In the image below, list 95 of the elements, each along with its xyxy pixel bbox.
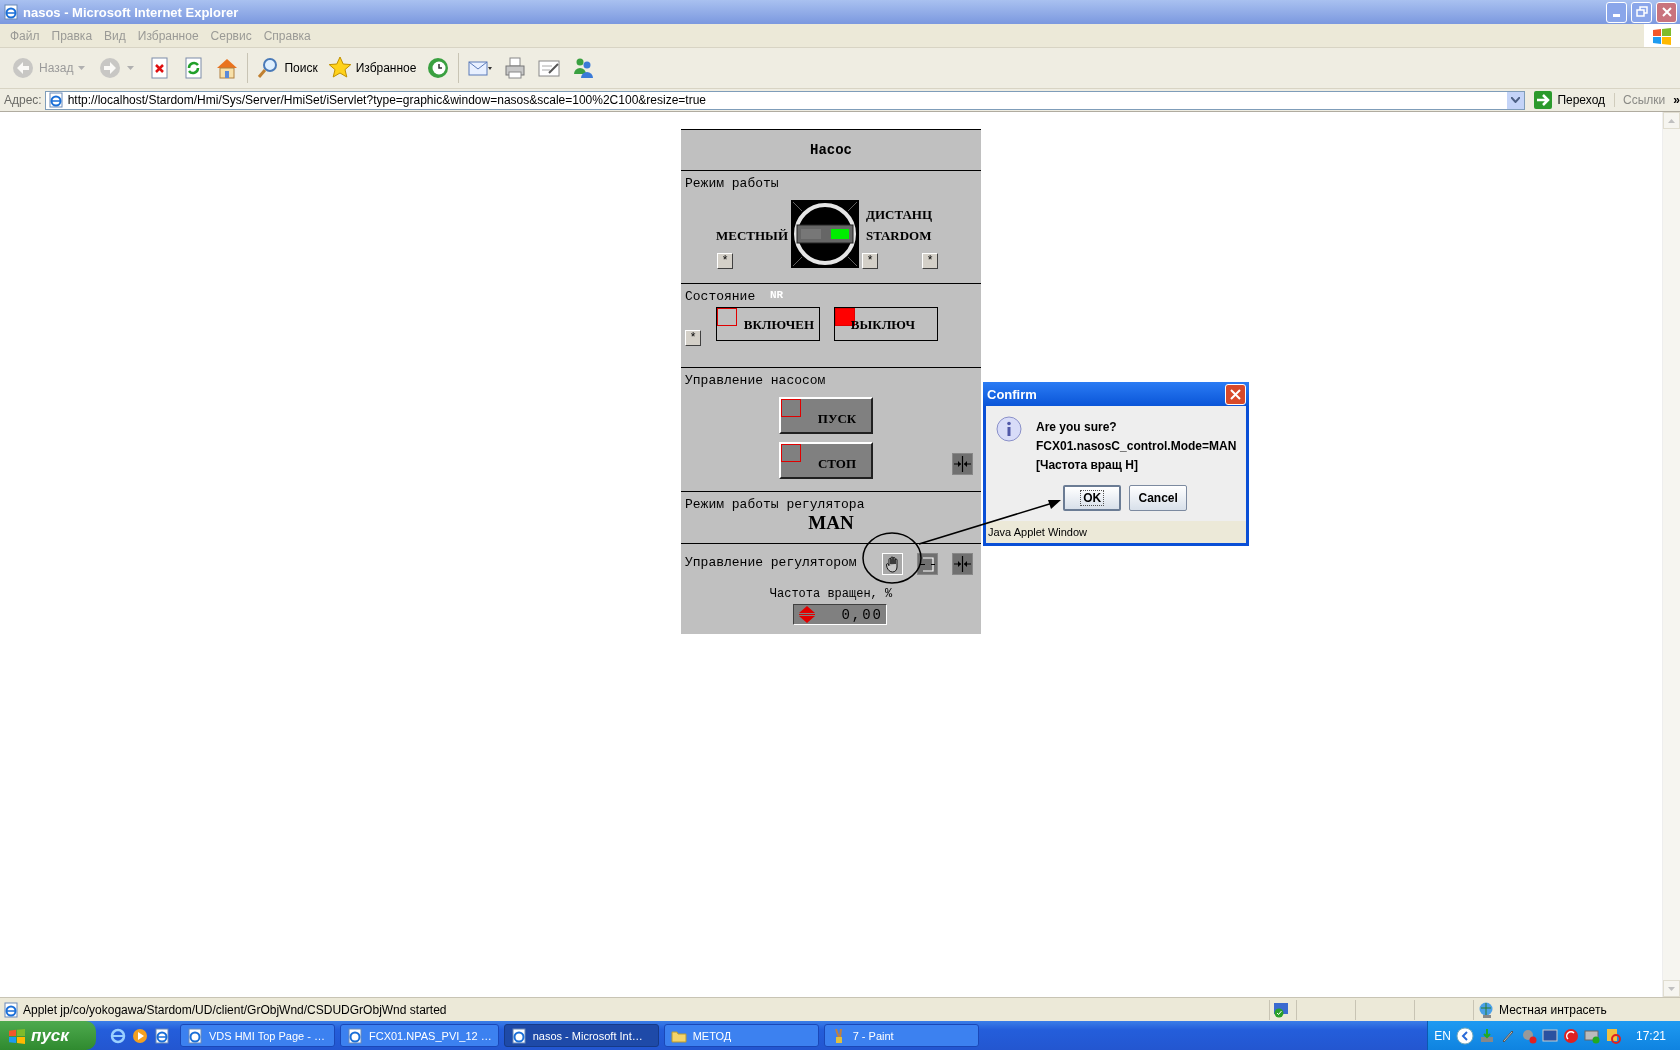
section-label: Управление насосом <box>685 373 826 388</box>
browser-icon[interactable] <box>154 1027 170 1044</box>
address-field[interactable]: http://localhost/Stardom/Hmi/Sys/Server/HmiSet/iServlet?type=graphic&window=nasos&scale=100%2C100&resize=true <box>44 90 1526 110</box>
caret-icon[interactable] <box>127 66 135 70</box>
minimize-icon <box>1613 13 1620 17</box>
chevron-button[interactable] <box>1455 1026 1474 1045</box>
language-indicator[interactable]: EN <box>1434 1028 1451 1043</box>
page-icon <box>3 1001 19 1018</box>
play-icon[interactable] <box>132 1027 148 1044</box>
start-button[interactable]: пуск <box>0 1021 96 1050</box>
mode-label: ДИСТАНЦ <box>866 207 933 223</box>
collapse-button[interactable] <box>952 553 973 575</box>
browser-icon <box>347 1027 363 1044</box>
browser-icon[interactable] <box>110 1027 126 1044</box>
clock: 17:21 <box>1635 1028 1666 1043</box>
people-icon <box>571 56 596 80</box>
page-icon <box>47 92 64 108</box>
arrows-icon <box>953 454 972 474</box>
taskbar-button[interactable]: FCX01.NPAS_PVI_12 … <box>340 1024 499 1047</box>
close-icon <box>1230 388 1241 400</box>
asterisk-button[interactable]: * <box>685 330 701 346</box>
flag-logo <box>8 1027 26 1044</box>
taskbar-button[interactable]: 7 - Paint <box>823 1024 979 1047</box>
more-button[interactable]: » <box>1673 93 1680 107</box>
up-down-arrows-icon <box>797 605 817 624</box>
arrow-left-icon <box>11 56 35 80</box>
frame-button[interactable] <box>917 553 938 575</box>
status-check-icon <box>1273 1001 1289 1018</box>
collapse-button[interactable] <box>952 453 973 475</box>
asterisk-button[interactable]: * <box>717 253 733 269</box>
asterisk-button[interactable]: * <box>862 253 878 269</box>
speed-field[interactable]: 0,00 <box>793 604 887 625</box>
arrows-icon <box>953 554 972 574</box>
go-button[interactable]: Переход <box>1528 91 1612 109</box>
arrow-right-icon <box>1534 91 1553 109</box>
caret-icon[interactable] <box>78 66 86 70</box>
taskbar-button[interactable]: nasos - Microsoft Int… <box>503 1024 659 1047</box>
dialog-footer: Java Applet Window <box>986 521 1246 543</box>
caret-icon <box>1511 97 1521 103</box>
panel-title: Насос <box>810 142 852 158</box>
section-label: Управление регулятором <box>685 555 857 570</box>
pump-button[interactable]: СТОП <box>779 442 873 479</box>
monitor-icon[interactable] <box>1541 1027 1558 1044</box>
close-button[interactable] <box>1225 383 1246 405</box>
printer-icon <box>503 56 528 80</box>
pump-button[interactable]: ПУСК <box>779 397 873 434</box>
browser-icon <box>3 4 19 20</box>
close-button[interactable] <box>1656 1 1677 23</box>
status-tag: NR <box>770 289 784 301</box>
status-text: Applet jp/co/yokogawa/Stardom/UD/client/GrObjWnd/CSDUDGrObjWnd started <box>23 1002 447 1017</box>
mode-label: МЕСТНЫЙ <box>716 228 788 244</box>
dialog-message: FCX01.nasosC_control.Mode=MAN <box>1036 439 1237 453</box>
restore-icon <box>1635 6 1648 18</box>
section-label: Состояние <box>685 289 756 304</box>
mode-value: MAN <box>807 512 855 534</box>
clock-icon <box>426 56 451 80</box>
address-label: Адрес: <box>4 93 42 107</box>
taskbar-button[interactable]: VDS HMI Top Page - … <box>180 1024 335 1047</box>
indicator-label: ВЫКЛЮЧ <box>850 317 915 333</box>
globe-icon <box>1477 1000 1495 1019</box>
selector-switch-drawing[interactable] <box>791 200 859 268</box>
star-icon <box>327 56 352 80</box>
caret-down-icon <box>1668 986 1675 991</box>
dialog-button[interactable]: OK <box>1063 485 1122 511</box>
caret-up-icon <box>1668 118 1675 123</box>
flag-logo <box>1652 26 1672 45</box>
taskbar-button[interactable]: МЕТОД <box>663 1024 819 1047</box>
links-label[interactable]: Ссылки <box>1623 93 1666 107</box>
swirl-icon[interactable] <box>1562 1027 1579 1044</box>
section-label: Режим работы регулятора <box>685 497 865 512</box>
info-icon <box>996 416 1022 442</box>
drive-icon[interactable] <box>1583 1027 1600 1044</box>
restore-button[interactable] <box>1631 1 1652 23</box>
dropdown-button[interactable] <box>1507 91 1525 109</box>
hand-button[interactable] <box>882 553 903 575</box>
window-title: nasos - Microsoft Internet Explorer <box>23 4 240 20</box>
browser-icon <box>187 1027 203 1044</box>
zone-label: Местная интрасеть <box>1499 1002 1607 1017</box>
dialog-message: Are you sure? <box>1036 420 1118 434</box>
browser-icon <box>510 1027 527 1044</box>
indicator-label: ВКЛЮЧЕН <box>743 317 814 333</box>
search-button[interactable]: Поиск <box>251 54 323 82</box>
asterisk-button[interactable]: * <box>922 253 938 269</box>
dialog-message: [Частота вращ Н] <box>1036 458 1139 472</box>
arrow-right-icon <box>98 56 123 80</box>
frame-icon <box>919 555 936 573</box>
favorites-button[interactable]: Избранное <box>322 54 422 82</box>
section-label: Режим работы <box>685 176 779 191</box>
close-icon <box>1660 6 1673 18</box>
dialog-button[interactable]: Cancel <box>1129 485 1188 511</box>
minimize-button[interactable] <box>1606 1 1627 23</box>
dialog-title: Confirm <box>987 386 1037 402</box>
mode-label: STARDOM <box>866 228 932 244</box>
hand-icon <box>885 555 900 573</box>
speed-label: Частота вращен, % <box>768 587 894 601</box>
